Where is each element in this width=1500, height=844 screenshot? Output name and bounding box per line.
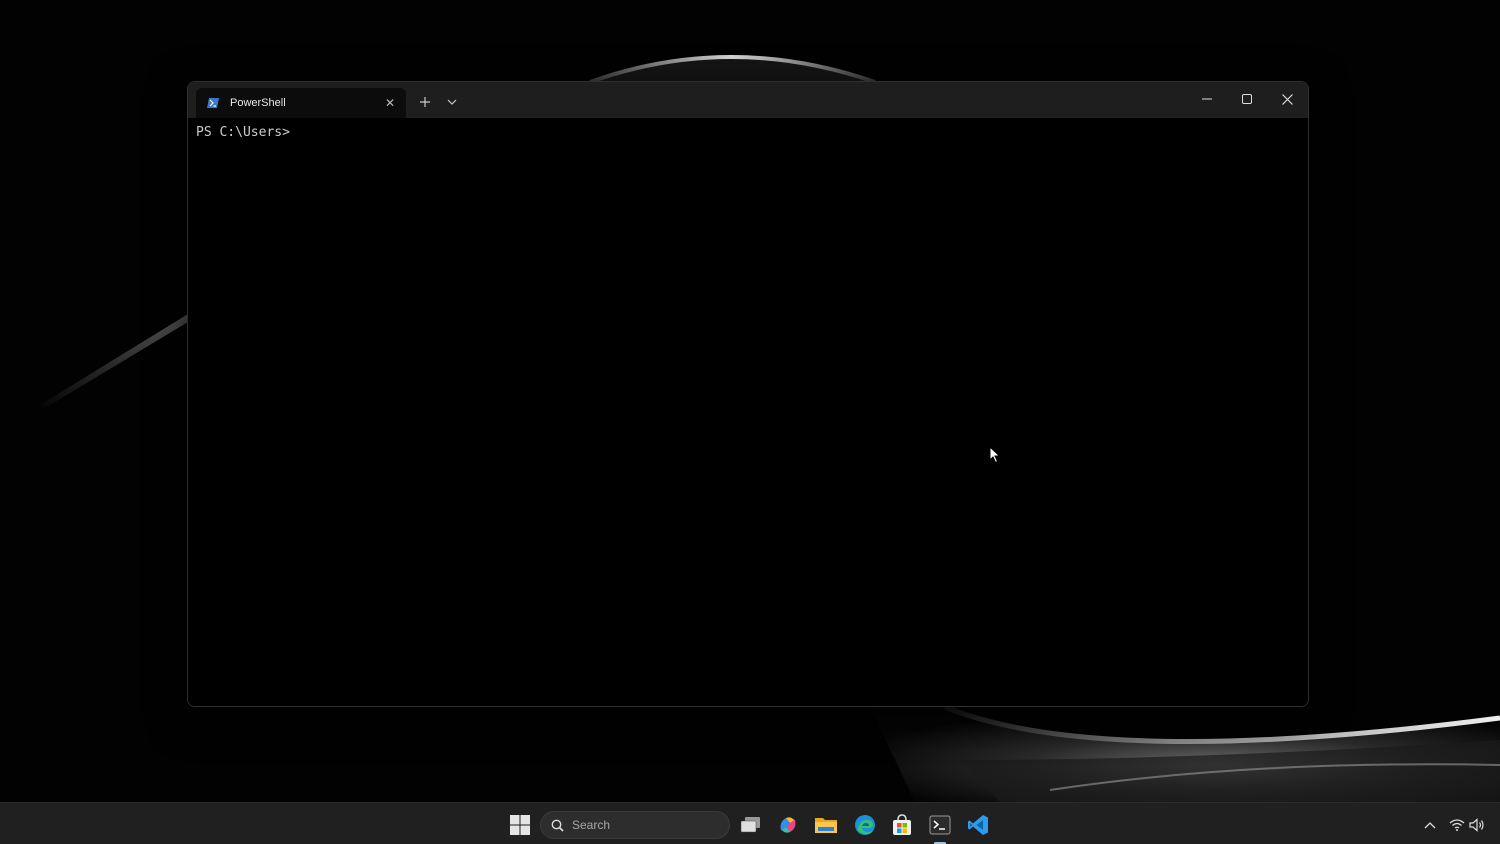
- title-bar[interactable]: PowerShell ✕: [188, 82, 1308, 118]
- edge-icon: [855, 815, 875, 835]
- tab-powershell[interactable]: PowerShell ✕: [196, 88, 406, 118]
- taskbar: Search: [0, 802, 1500, 844]
- copilot-button[interactable]: [775, 812, 801, 838]
- mouse-pointer-icon: [989, 446, 1001, 464]
- plus-icon: [420, 97, 430, 107]
- terminal-icon: [929, 815, 951, 835]
- copilot-icon: [780, 817, 796, 833]
- new-tab-button[interactable]: [415, 92, 435, 112]
- maximize-icon: [1242, 94, 1252, 104]
- vscode-icon: [968, 815, 988, 835]
- edge-button[interactable]: [852, 812, 878, 838]
- close-button[interactable]: [1267, 82, 1307, 116]
- store-icon: [893, 814, 911, 835]
- tab-title: PowerShell: [230, 97, 286, 109]
- start-button[interactable]: [507, 812, 533, 838]
- store-button[interactable]: [889, 812, 915, 838]
- minimize-button[interactable]: [1187, 82, 1227, 116]
- terminal-window[interactable]: PowerShell ✕ PS C:\Users>: [187, 81, 1309, 707]
- tab-close-button[interactable]: ✕: [380, 93, 400, 113]
- taskbar-search-box[interactable]: Search: [540, 811, 730, 839]
- start-icon: [510, 815, 530, 835]
- powershell-icon: [206, 95, 222, 111]
- vscode-button[interactable]: [965, 812, 991, 838]
- wifi-icon: [1449, 819, 1465, 831]
- show-hidden-icons-button[interactable]: [1422, 815, 1438, 835]
- minimize-icon: [1202, 98, 1212, 100]
- task-view-icon: [740, 817, 760, 833]
- chevron-up-icon: [1424, 821, 1436, 828]
- file-explorer-icon: [815, 818, 837, 833]
- prompt-line: PS C:\Users>: [196, 125, 290, 140]
- search-icon: [549, 817, 565, 833]
- maximize-button[interactable]: [1227, 82, 1267, 116]
- tab-dropdown-button[interactable]: [442, 92, 462, 112]
- quick-settings-button[interactable]: [1448, 815, 1486, 835]
- file-explorer-button[interactable]: [813, 812, 839, 838]
- task-view-button[interactable]: [738, 812, 764, 838]
- search-placeholder: Search: [572, 818, 611, 832]
- close-icon: [1281, 93, 1293, 105]
- volume-icon: [1469, 818, 1484, 832]
- terminal-taskbar-button[interactable]: [927, 812, 953, 844]
- chevron-down-icon: [447, 99, 457, 105]
- terminal-content[interactable]: PS C:\Users>: [188, 118, 1308, 706]
